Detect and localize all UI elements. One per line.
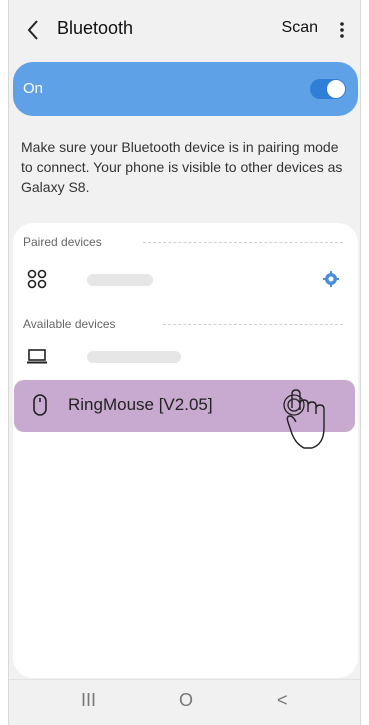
chevron-left-icon[interactable] bbox=[23, 16, 43, 44]
available-devices-header: Available devices bbox=[23, 317, 116, 331]
paired-device-row[interactable] bbox=[13, 257, 358, 303]
gear-icon[interactable] bbox=[323, 271, 339, 287]
bluetooth-on-label: On bbox=[23, 80, 44, 97]
phone-screen: Bluetooth Scan On Make sure your Bluetoo… bbox=[8, 0, 361, 725]
section-divider bbox=[143, 242, 343, 243]
home-button[interactable]: O bbox=[179, 690, 193, 711]
device-name bbox=[87, 351, 181, 363]
system-nav-bar: III O < bbox=[9, 679, 360, 725]
back-button[interactable]: < bbox=[277, 690, 288, 711]
grid-device-icon bbox=[27, 269, 47, 289]
bluetooth-toggle-card[interactable]: On bbox=[13, 62, 358, 116]
available-device-row[interactable] bbox=[13, 339, 358, 379]
app-bar: Bluetooth Scan bbox=[9, 0, 360, 62]
mouse-icon bbox=[33, 394, 47, 416]
bluetooth-toggle-switch[interactable] bbox=[310, 79, 346, 99]
available-device-row-selected[interactable]: RingMouse [V2.05] bbox=[14, 380, 355, 449]
tap-hand-icon bbox=[283, 389, 325, 449]
more-vertical-icon[interactable] bbox=[336, 18, 348, 42]
scan-button[interactable]: Scan bbox=[282, 19, 318, 37]
laptop-icon bbox=[27, 349, 47, 364]
toggle-knob bbox=[327, 80, 345, 98]
page-title: Bluetooth bbox=[57, 18, 134, 38]
device-name: RingMouse [V2.05] bbox=[68, 395, 213, 414]
section-divider bbox=[163, 324, 343, 325]
pairing-description: Make sure your Bluetooth device is in pa… bbox=[21, 139, 343, 195]
recents-button[interactable]: III bbox=[81, 690, 96, 711]
paired-devices-header: Paired devices bbox=[23, 235, 102, 249]
device-name bbox=[87, 274, 153, 286]
